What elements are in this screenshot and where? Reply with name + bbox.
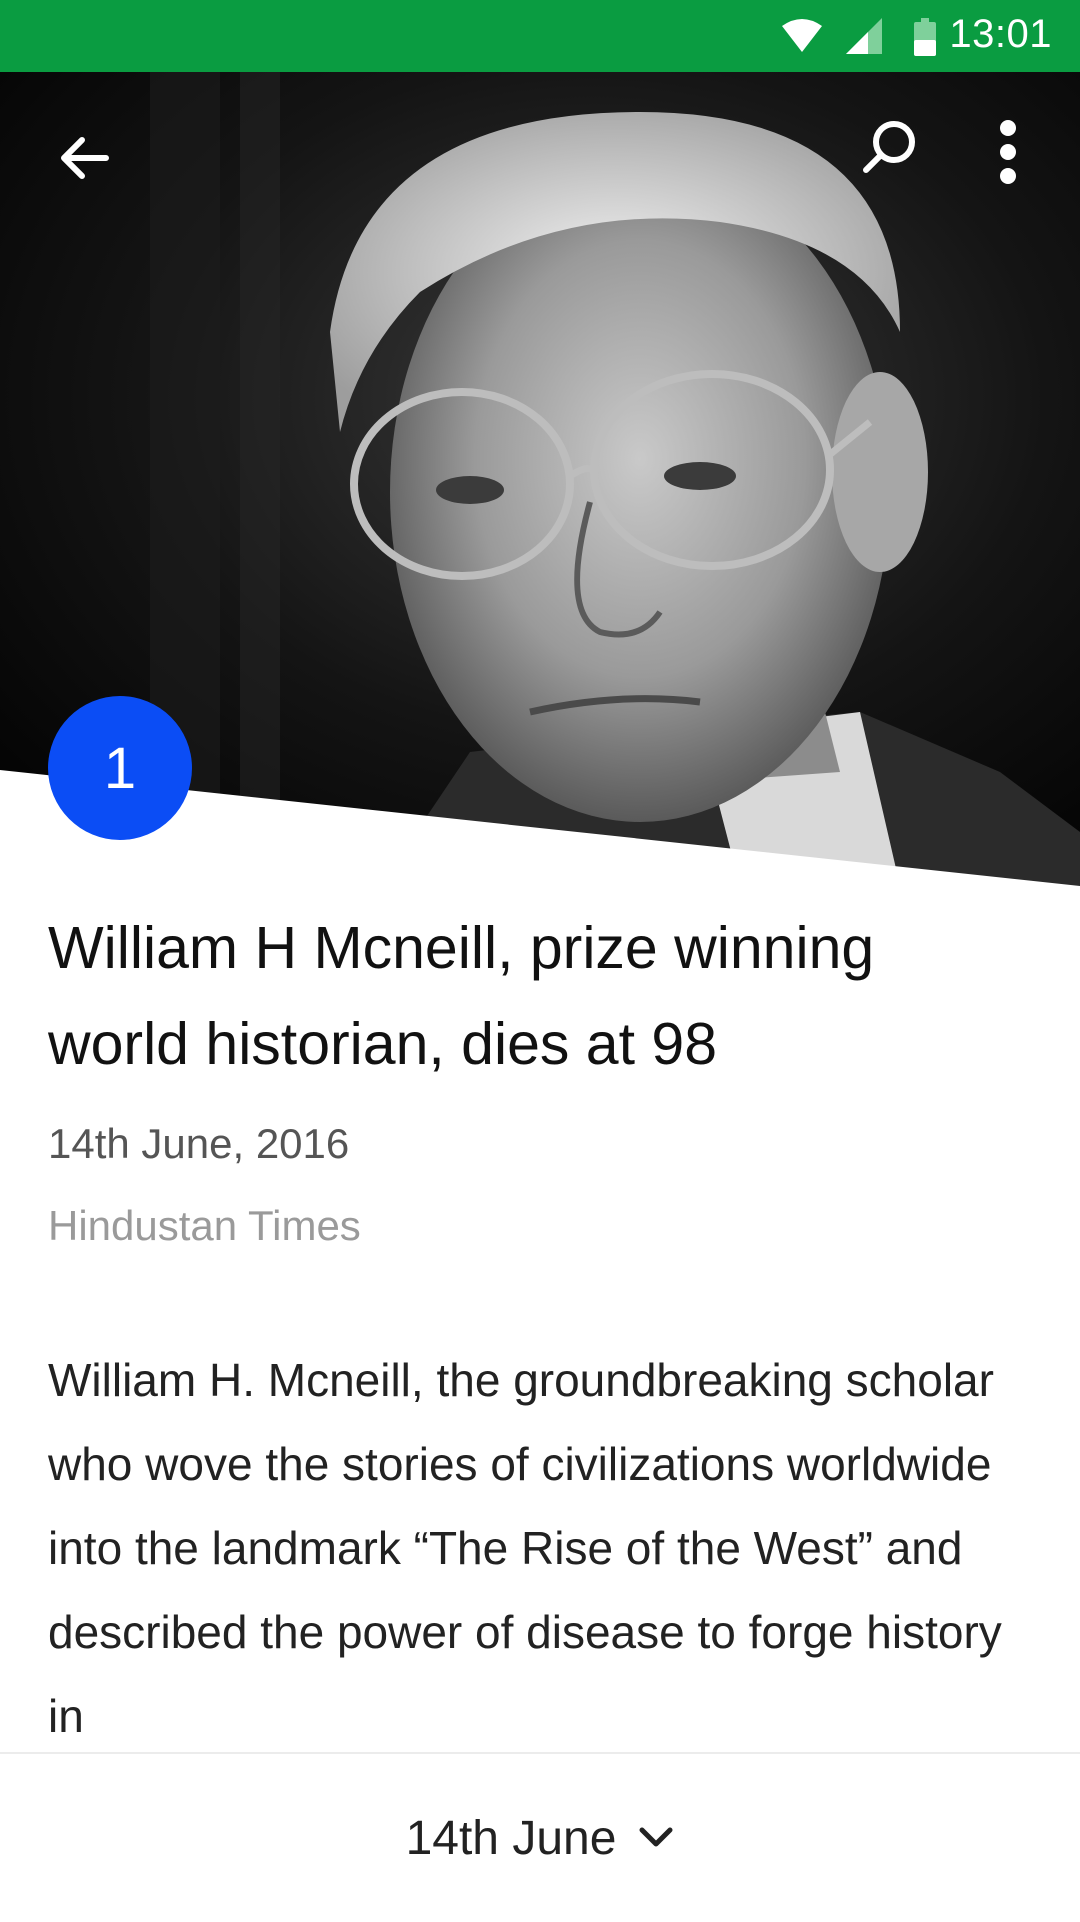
more-vert-icon	[1000, 120, 1016, 184]
bottom-bar: 14th June	[0, 1752, 1080, 1922]
chevron-down-icon	[639, 1827, 673, 1847]
back-arrow-icon	[61, 137, 109, 179]
status-bar: 13:01	[0, 0, 1080, 72]
article-body: William H. Mcneill, the groundbreaking s…	[48, 1354, 1002, 1742]
article-headline: William H Mcneill, prize winning world h…	[48, 915, 875, 1077]
rank-badge: 1	[48, 696, 192, 840]
article-source[interactable]: Hindustan Times	[48, 1202, 361, 1250]
battery-icon	[914, 18, 936, 56]
signal-icon	[846, 18, 882, 54]
back-button[interactable]	[36, 110, 132, 206]
more-options-button[interactable]	[960, 104, 1056, 200]
search-icon	[863, 121, 915, 173]
search-button[interactable]	[840, 100, 936, 196]
date-selector[interactable]: 14th June	[406, 1811, 675, 1866]
date-selector-label: 14th June	[405, 1811, 617, 1865]
status-time: 13:01	[949, 12, 1052, 56]
wifi-icon	[782, 19, 822, 52]
article-date: 14th June, 2016	[48, 1120, 350, 1167]
